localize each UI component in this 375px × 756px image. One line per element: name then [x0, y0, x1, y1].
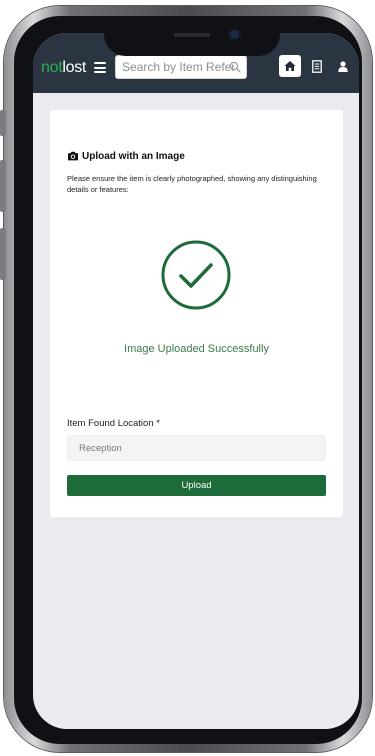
home-button[interactable]: [279, 55, 301, 77]
upload-button[interactable]: Upload: [67, 475, 326, 496]
upload-card-title: Upload with an Image: [82, 151, 185, 162]
phone-screen: notlost Search by Item Reference Upload …: [33, 33, 359, 729]
user-icon[interactable]: [338, 61, 348, 72]
phone-mute-switch: [0, 110, 6, 136]
front-camera: [230, 30, 239, 39]
upload-card: Upload with an Image Please ensure the i…: [50, 110, 343, 517]
hamburger-menu-icon[interactable]: [94, 62, 106, 73]
brand-logo-part-1: not: [41, 59, 63, 76]
receipt-icon[interactable]: [312, 60, 322, 73]
search-box: [115, 55, 247, 79]
brand-logo-part-2: lost: [62, 59, 87, 76]
location-input[interactable]: [67, 435, 326, 461]
speaker-grille: [174, 33, 210, 37]
phone-volume-up-button: [0, 160, 6, 212]
phone-notch: [104, 22, 280, 56]
home-icon: [284, 61, 296, 71]
upload-status-message: Image Uploaded Successfully: [124, 343, 269, 355]
brand-logo[interactable]: notlost: [41, 59, 86, 77]
phone-volume-down-button: [0, 228, 6, 280]
location-label: Item Found Location *: [67, 418, 160, 429]
search-icon[interactable]: [229, 61, 241, 73]
success-check-icon: [161, 240, 231, 310]
search-input[interactable]: [116, 56, 234, 78]
upload-instructions: Please ensure the item is clearly photog…: [67, 174, 317, 194]
